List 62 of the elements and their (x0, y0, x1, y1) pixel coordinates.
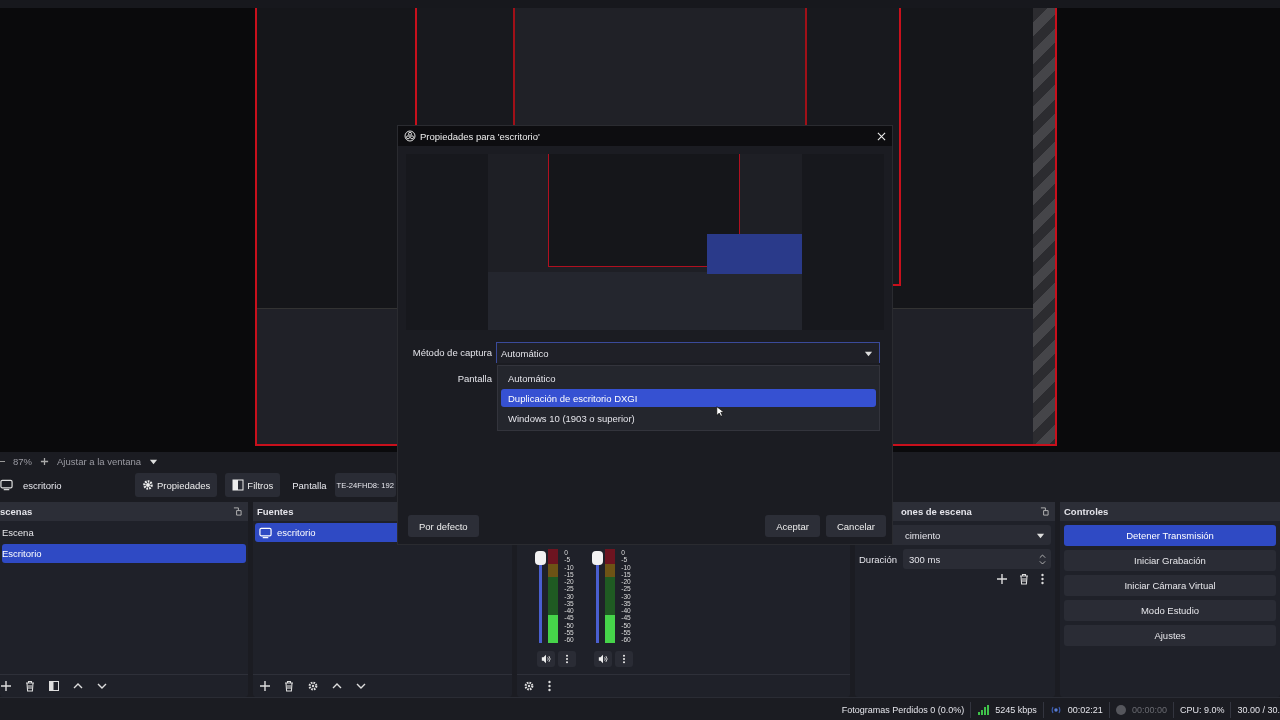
add-icon[interactable] (259, 680, 271, 692)
duration-field[interactable]: 300 ms (903, 549, 1051, 569)
filter-icon (232, 479, 245, 491)
trash-icon[interactable] (1018, 573, 1030, 585)
zoom-level: 87% (13, 455, 32, 467)
monitor-icon (0, 479, 13, 491)
undock-icon[interactable] (233, 507, 242, 516)
mouse-cursor-icon (716, 405, 724, 418)
undock-icon[interactable] (1040, 507, 1049, 516)
dock-title: Fuentes (257, 506, 294, 517)
trash-icon[interactable] (24, 680, 36, 692)
spin-arrows-icon[interactable] (1038, 552, 1047, 566)
control-button[interactable]: Detener Transmisión (1064, 525, 1276, 546)
scene-item[interactable]: Escena (2, 523, 246, 542)
add-icon[interactable] (996, 573, 1008, 585)
dock-title: Controles (1064, 506, 1109, 517)
dialog-title: Propiedades para 'escritorio' (420, 130, 541, 142)
speaker-icon[interactable] (594, 651, 612, 667)
speaker-icon[interactable] (537, 651, 555, 667)
more-icon[interactable] (558, 651, 576, 667)
duration-label: Duración (859, 553, 898, 565)
zoom-in-icon[interactable] (40, 456, 49, 466)
dropdown-option[interactable]: Duplicación de escritorio DXGI (501, 389, 876, 407)
control-button[interactable]: Modo Estudio (1064, 600, 1276, 621)
control-button[interactable]: Ajustes (1064, 625, 1276, 646)
add-icon[interactable] (0, 680, 12, 692)
filter-icon[interactable] (48, 680, 60, 692)
gear-icon[interactable] (523, 680, 535, 692)
dropped-frames: Fotogramas Perdidos 0 (0.0%) (841, 704, 965, 715)
dock-title: ones de escena (900, 506, 972, 517)
app-logo-icon (404, 130, 416, 142)
gear-icon[interactable] (307, 680, 319, 692)
control-button[interactable]: Iniciar Grabación (1064, 550, 1276, 571)
display-label: Pantalla (292, 479, 327, 491)
dock-title: scenas (0, 506, 33, 517)
scene-item[interactable]: Escritorio (2, 544, 246, 563)
gear-icon (142, 479, 154, 491)
monitor-icon (259, 526, 272, 539)
signal-icon (977, 703, 990, 716)
dropdown-option[interactable]: Automático (501, 369, 876, 387)
bitrate: 5245 kbps (995, 704, 1037, 715)
more-icon[interactable] (615, 651, 633, 667)
fit-label: Ajustar a la ventana (57, 455, 141, 467)
defaults-button[interactable]: Por defecto (408, 515, 479, 537)
cpu-usage: CPU: 9.0% (1179, 704, 1225, 715)
capture-method-label: Método de captura (411, 347, 492, 358)
capture-method-select[interactable]: Automático (496, 342, 880, 363)
more-icon[interactable] (1040, 573, 1045, 585)
stream-time: 00:02:21 (1067, 704, 1103, 715)
close-icon[interactable] (877, 131, 886, 141)
cancel-button[interactable]: Cancelar (825, 515, 886, 537)
filters-button[interactable]: Filtros (225, 473, 281, 497)
properties-button[interactable]: Propiedades (135, 473, 218, 497)
display-label: Pantalla (456, 373, 492, 384)
control-button[interactable]: Iniciar Cámara Virtual (1064, 575, 1276, 596)
accept-button[interactable]: Aceptar (765, 515, 820, 537)
fps-reading: 30.00 / 30. (1237, 704, 1280, 715)
dropdown-option[interactable]: Windows 10 (1903 o superior) (501, 409, 876, 427)
source-name: escritorio (23, 479, 63, 491)
trash-icon[interactable] (283, 680, 295, 692)
more-icon[interactable] (547, 680, 552, 692)
record-time: 00:00:00 (1131, 704, 1167, 715)
